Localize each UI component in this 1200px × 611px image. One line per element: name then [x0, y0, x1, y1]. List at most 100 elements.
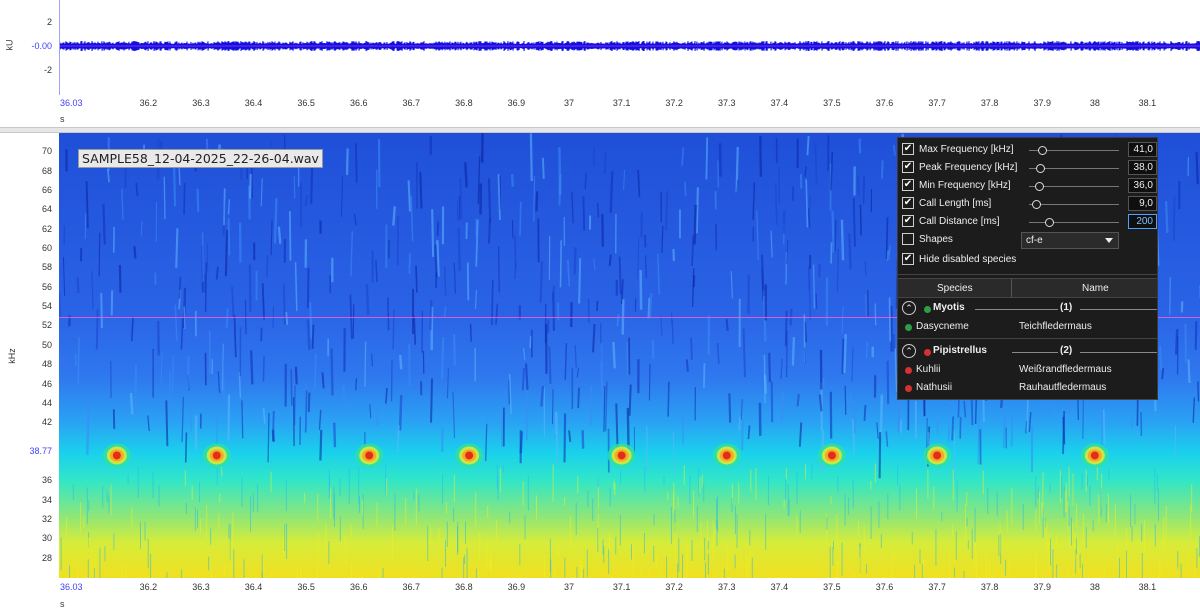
species-common-name: Rauhautfledermaus [1019, 382, 1107, 393]
spectrogram-streak [178, 276, 181, 299]
spectrogram-streak [294, 366, 298, 385]
hide-disabled-row: ✔ Hide disabled species [902, 252, 1157, 268]
filter-value-input[interactable]: 9,0 [1128, 196, 1157, 211]
filter-value-input[interactable]: 200 [1128, 214, 1157, 229]
collapse-icon[interactable]: ⌃ [902, 344, 916, 358]
spectrogram-streak [851, 347, 854, 382]
filter-value-input[interactable]: 38,0 [1128, 160, 1157, 175]
filter-checkbox[interactable]: ✔ [902, 143, 914, 155]
x-axis-tick-label: 36.6 [349, 98, 368, 108]
filter-slider-knob[interactable] [1037, 146, 1047, 155]
y-axis-tick-label: 56 [41, 281, 52, 292]
x-axis-tick-label: 37.6 [875, 98, 894, 108]
spectrogram-streak [277, 226, 282, 244]
spectrogram-streak [474, 290, 477, 310]
spectrogram-streak [831, 210, 835, 253]
bat-call-blob[interactable] [202, 443, 231, 468]
species-table-header: Species Name [898, 278, 1157, 298]
bat-call-blob[interactable] [817, 443, 846, 468]
spectrogram-streak [763, 354, 766, 404]
x-axis-tick-label: 37 [564, 98, 575, 108]
spectrogram-streak [963, 400, 967, 418]
spectrogram-streak [612, 341, 616, 369]
spectrogram-streak [371, 353, 373, 367]
filter-slider-knob[interactable] [1036, 164, 1045, 173]
waveform-y-axis [59, 0, 60, 95]
spectrogram-streak [582, 196, 586, 231]
spectrogram-streak [227, 199, 231, 215]
species-column-header[interactable]: Species [937, 283, 973, 294]
spectrogram-streak [147, 415, 150, 432]
spectrogram-streak [311, 324, 315, 349]
spectrogram-x-unit: s [60, 599, 65, 609]
spectrogram-streak [796, 393, 800, 407]
filter-slider-track[interactable] [1029, 222, 1119, 223]
species-row[interactable]: Nathusii Rauhautfledermaus [902, 380, 1157, 396]
x-axis-tick-label: 36.3 [192, 98, 210, 108]
filter-slider-knob[interactable] [1032, 200, 1042, 209]
species-color-dot [905, 385, 912, 392]
filter-checkbox[interactable]: ✔ [902, 161, 914, 173]
spectrogram-streak [888, 297, 892, 342]
bat-call-layer [617, 451, 626, 460]
divider [898, 399, 1157, 400]
cursor-frequency-label: 38.77 [29, 446, 52, 456]
spectrogram-streak [657, 253, 660, 296]
waveform-svg [59, 40, 1200, 52]
bat-call-blob[interactable] [355, 443, 384, 468]
filter-checkbox[interactable]: ✔ [902, 197, 914, 209]
x-axis-start-label: 36.03 [60, 582, 83, 592]
spectrogram-streak [514, 235, 517, 269]
spectrogram-streak [571, 191, 574, 224]
filter-slider-track[interactable] [1029, 204, 1119, 205]
spectrogram-streak [843, 334, 847, 374]
filter-value-input[interactable]: 36,0 [1128, 178, 1157, 193]
spectrogram-streak [174, 304, 178, 341]
spectrogram-streak [399, 354, 403, 370]
x-axis-tick-label: 37.7 [928, 98, 946, 108]
bat-call-blob[interactable] [1080, 443, 1109, 468]
spectrogram-streak [592, 324, 596, 353]
species-group-row[interactable]: ⌃ Myotis (1) [902, 300, 1157, 318]
bat-call-blob[interactable] [712, 443, 741, 468]
x-axis-tick-label: 37.3 [718, 98, 736, 108]
spectrogram-streak [100, 292, 103, 329]
spectrogram-streak [885, 431, 889, 447]
spectrogram-streak [1197, 381, 1200, 402]
spectrogram-streak [525, 363, 529, 390]
spectrogram-streak [288, 211, 292, 261]
y-axis-tick-label: 64 [41, 204, 52, 215]
x-axis-tick-label: 37.8 [980, 582, 999, 592]
shapes-dropdown[interactable]: cf-e [1021, 232, 1119, 249]
filter-row: ✔ Call Length [ms] 9,0 [902, 196, 1157, 212]
filter-checkbox[interactable]: ✔ [902, 215, 914, 227]
bat-call-blob[interactable] [923, 443, 952, 468]
hide-disabled-checkbox[interactable]: ✔ [902, 253, 914, 265]
spectrogram-streak [340, 176, 344, 218]
species-row[interactable]: Kuhlii Weißrandfledermaus [902, 362, 1157, 378]
spectrogram-streak [808, 286, 812, 321]
spectrogram-streak [260, 178, 263, 207]
filter-value-input[interactable]: 41,0 [1128, 142, 1157, 157]
spectrogram-streak [261, 283, 265, 320]
filter-slider-knob[interactable] [1045, 218, 1054, 227]
filter-checkbox[interactable]: ✔ [902, 179, 914, 191]
spectrogram-streak [628, 384, 632, 416]
bat-call-blob[interactable] [607, 443, 636, 468]
group-line [1080, 352, 1157, 353]
waveform-plot[interactable] [59, 0, 1200, 95]
spectrogram-streak [350, 231, 354, 277]
species-group-row[interactable]: ⌃ Pipistrellus (2) [902, 343, 1157, 361]
bat-call-blob[interactable] [102, 443, 131, 468]
filter-slider-knob[interactable] [1035, 182, 1045, 191]
species-row[interactable]: Dasycneme Teichfledermaus [902, 319, 1157, 335]
name-column-header[interactable]: Name [1082, 283, 1109, 294]
bat-call-blob[interactable] [455, 443, 484, 468]
shapes-checkbox[interactable] [902, 233, 914, 245]
x-axis-tick-label: 36.6 [349, 582, 368, 592]
collapse-icon[interactable]: ⌃ [902, 301, 916, 315]
spectrogram-streak [222, 369, 226, 412]
spectrogram-streak [522, 347, 526, 360]
spectrogram-streak [705, 137, 709, 180]
spectrogram-streak [204, 262, 208, 313]
